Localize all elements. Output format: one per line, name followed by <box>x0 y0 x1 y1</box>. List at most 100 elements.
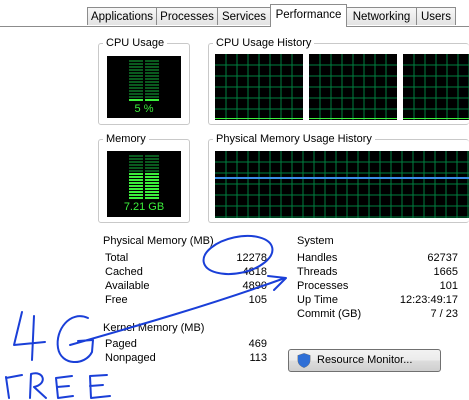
meter-segment-lit <box>145 194 159 196</box>
memory-title: Memory <box>103 132 149 146</box>
meter-segment-lit <box>129 176 143 178</box>
meter-segment-unlit <box>145 158 159 160</box>
meter-segment-unlit <box>145 93 159 95</box>
meter-segment-lit <box>145 191 159 193</box>
cpu-usage-value: 5 % <box>134 103 154 115</box>
meter-segment-unlit <box>129 81 143 83</box>
meter-segment-unlit <box>129 75 143 77</box>
memory-group: Memory 7.21 GB <box>98 132 190 223</box>
physical-memory-label: Total <box>105 252 129 264</box>
meter-segment-unlit <box>129 69 143 71</box>
tab-users[interactable]: Users <box>416 7 456 25</box>
cpu-history-graph-core-1 <box>215 54 303 120</box>
meter-segment-lit <box>129 191 143 193</box>
memory-history-graph <box>215 151 469 218</box>
system-value: 12:23:49:17 <box>399 294 458 306</box>
system-label: Handles <box>297 252 338 264</box>
meter-segment-unlit <box>129 78 143 80</box>
meter-segment-lit <box>129 99 143 101</box>
physical-memory-group: Physical Memory (MB) Total 12278 Cached … <box>98 234 272 316</box>
physical-memory-row-cached: Cached 4818 <box>105 265 267 279</box>
handwritten-letter-r <box>29 372 47 399</box>
system-row-handles: Handles 62737 <box>297 251 458 265</box>
system-row-processes: Processes 101 <box>297 279 458 293</box>
resource-monitor-button[interactable]: Resource Monitor... <box>288 349 441 372</box>
meter-segment-unlit <box>145 87 159 89</box>
physical-memory-row-available: Available 4890 <box>105 279 267 293</box>
cpu-history-group: CPU Usage History <box>208 36 469 125</box>
tab-performance[interactable]: Performance <box>270 4 347 27</box>
handwritten-letter-e1 <box>55 375 74 399</box>
cpu-history-graph-core-3 <box>403 54 469 120</box>
tab-applications[interactable]: Applications <box>87 7 157 25</box>
memory-history-title: Physical Memory Usage History <box>213 132 375 146</box>
meter-segment-lit <box>145 188 159 190</box>
physical-memory-value: 105 <box>248 294 267 306</box>
meter-segment-lit <box>129 185 143 187</box>
cpu-usage-title: CPU Usage <box>103 36 168 50</box>
meter-segment-unlit <box>145 78 159 80</box>
meter-segment-unlit <box>145 161 159 163</box>
physical-memory-label: Available <box>105 280 150 292</box>
cpu-usage-meter: 5 % <box>107 56 181 118</box>
meter-segment-lit <box>129 179 143 181</box>
meter-segment-unlit <box>129 96 143 98</box>
kernel-memory-row-paged: Paged 469 <box>105 337 267 351</box>
tab-networking[interactable]: Networking <box>346 7 417 25</box>
meter-segment-unlit <box>129 93 143 95</box>
meter-segment-unlit <box>145 155 159 157</box>
system-value: 101 <box>439 280 458 292</box>
meter-segment-unlit <box>129 90 143 92</box>
meter-segment-unlit <box>129 84 143 86</box>
system-label: Threads <box>297 266 338 278</box>
meter-segment-lit <box>145 99 159 101</box>
physical-memory-value: 12278 <box>236 252 267 264</box>
physical-memory-row-total: Total 12278 <box>105 251 267 265</box>
system-label: Up Time <box>297 294 338 306</box>
system-title: System <box>294 234 337 248</box>
system-value: 62737 <box>427 252 458 264</box>
resource-monitor-label: Resource Monitor... <box>317 354 413 366</box>
meter-segment-unlit <box>129 161 143 163</box>
meter-segment-unlit <box>129 63 143 65</box>
system-label: Processes <box>297 280 349 292</box>
physical-memory-label: Free <box>105 294 128 306</box>
meter-segment-unlit <box>145 75 159 77</box>
meter-segment-unlit <box>145 63 159 65</box>
system-value: 7 / 23 <box>430 308 458 320</box>
cpu-usage-group: CPU Usage 5 % <box>98 36 190 125</box>
memory-history-group: Physical Memory Usage History <box>208 132 469 223</box>
kernel-memory-row-nonpaged: Nonpaged 113 <box>105 351 267 365</box>
meter-segment-lit <box>145 179 159 181</box>
meter-segment-unlit <box>145 81 159 83</box>
handwritten-letter-g <box>56 315 94 363</box>
meter-segment-unlit <box>145 96 159 98</box>
meter-segment-lit <box>145 185 159 187</box>
physical-memory-value: 4890 <box>242 280 267 292</box>
tab-strip: Applications Processes Services Performa… <box>0 0 469 28</box>
tab-services[interactable]: Services <box>217 7 271 25</box>
kernel-memory-title: Kernel Memory (MB) <box>100 321 208 335</box>
meter-segment-unlit <box>129 155 143 157</box>
physical-memory-row-free: Free 105 <box>105 293 267 307</box>
physical-memory-label: Cached <box>105 266 143 278</box>
system-label: Commit (GB) <box>297 308 362 320</box>
kernel-memory-label: Nonpaged <box>105 352 156 364</box>
meter-segment-unlit <box>145 72 159 74</box>
tab-processes[interactable]: Processes <box>156 7 218 25</box>
meter-segment-unlit <box>145 90 159 92</box>
handwritten-letter-e2 <box>89 374 111 399</box>
meter-segment-lit <box>129 197 143 199</box>
meter-segment-unlit <box>145 84 159 86</box>
tab-pane-border <box>0 26 469 27</box>
kernel-memory-value: 469 <box>248 338 267 350</box>
meter-segment-unlit <box>145 170 159 172</box>
meter-segment-lit <box>129 188 143 190</box>
uac-shield-icon <box>297 353 311 368</box>
memory-value: 7.21 GB <box>123 201 165 213</box>
memory-meter: 7.21 GB <box>107 151 181 217</box>
meter-segment-unlit <box>145 167 159 169</box>
kernel-memory-value: 113 <box>249 352 267 364</box>
meter-segment-unlit <box>129 66 143 68</box>
cpu-history-title: CPU Usage History <box>213 36 315 50</box>
